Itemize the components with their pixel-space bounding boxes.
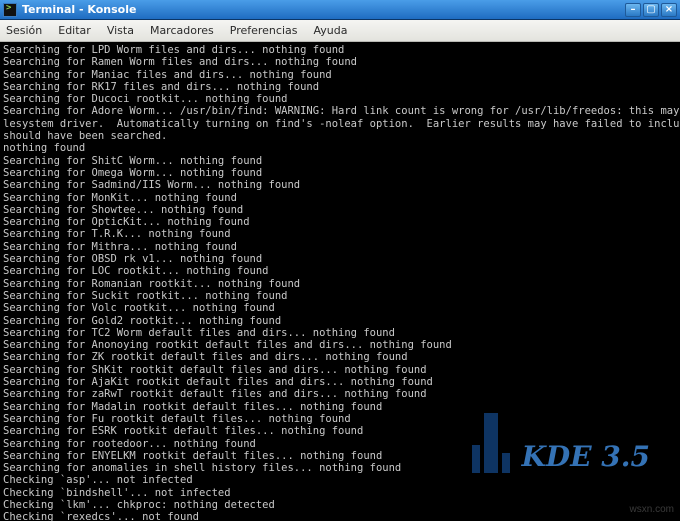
- terminal-line: Searching for ESRK rootkit default files…: [3, 425, 677, 437]
- terminal-line: Searching for Omega Worm... nothing foun…: [3, 167, 677, 179]
- terminal-line: Searching for Adore Worm... /usr/bin/fin…: [3, 105, 677, 117]
- terminal-line: Searching for ENYELKM rootkit default fi…: [3, 450, 677, 462]
- terminal-line: Searching for rootedoor... nothing found: [3, 438, 677, 450]
- terminal-line: Searching for AjaKit rootkit default fil…: [3, 376, 677, 388]
- terminal-line: Searching for Madalin rootkit default fi…: [3, 401, 677, 413]
- close-button[interactable]: ×: [661, 3, 677, 17]
- terminal-line: Searching for T.R.K... nothing found: [3, 228, 677, 240]
- terminal-line: Searching for Mithra... nothing found: [3, 241, 677, 253]
- terminal-line: Searching for ZK rootkit default files a…: [3, 351, 677, 363]
- terminal-line: Searching for OBSD rk v1... nothing foun…: [3, 253, 677, 265]
- menu-preferences[interactable]: Preferencias: [230, 24, 298, 37]
- terminal-line: nothing found: [3, 142, 677, 154]
- terminal-line: Checking `asp'... not infected: [3, 474, 677, 486]
- terminal-output[interactable]: Searching for LPD Worm files and dirs...…: [0, 42, 680, 521]
- terminal-line: Searching for Suckit rootkit... nothing …: [3, 290, 677, 302]
- terminal-line: Searching for Gold2 rootkit... nothing f…: [3, 315, 677, 327]
- terminal-line: Searching for ShKit rootkit default file…: [3, 364, 677, 376]
- terminal-line: Searching for Anonoying rootkit default …: [3, 339, 677, 351]
- menu-session[interactable]: Sesión: [6, 24, 42, 37]
- terminal-line: Searching for RK17 files and dirs... not…: [3, 81, 677, 93]
- terminal-line: Searching for Showtee... nothing found: [3, 204, 677, 216]
- terminal-line: Searching for Fu rootkit default files..…: [3, 413, 677, 425]
- minimize-button[interactable]: –: [625, 3, 641, 17]
- terminal-line: Checking `rexedcs'... not found: [3, 511, 677, 521]
- terminal-line: Searching for LPD Worm files and dirs...…: [3, 44, 677, 56]
- menu-view[interactable]: Vista: [107, 24, 134, 37]
- terminal-line: Searching for Romanian rootkit... nothin…: [3, 278, 677, 290]
- terminal-line: Searching for anomalies in shell history…: [3, 462, 677, 474]
- terminal-line: Searching for zaRwT rootkit default file…: [3, 388, 677, 400]
- terminal-line: Searching for ShitC Worm... nothing foun…: [3, 155, 677, 167]
- terminal-line: Searching for Sadmind/IIS Worm... nothin…: [3, 179, 677, 191]
- terminal-line: Searching for OpticKit... nothing found: [3, 216, 677, 228]
- terminal-line: Searching for Ramen Worm files and dirs.…: [3, 56, 677, 68]
- terminal-line: Checking `bindshell'... not infected: [3, 487, 677, 499]
- terminal-line: Searching for Volc rootkit... nothing fo…: [3, 302, 677, 314]
- terminal-line: Checking `lkm'... chkproc: nothing detec…: [3, 499, 677, 511]
- window-title: Terminal - Konsole: [22, 3, 136, 16]
- menu-bookmarks[interactable]: Marcadores: [150, 24, 214, 37]
- terminal-line: Searching for TC2 Worm default files and…: [3, 327, 677, 339]
- menubar: Sesión Editar Vista Marcadores Preferenc…: [0, 20, 680, 42]
- terminal-icon: [3, 3, 17, 17]
- terminal-line: Searching for Ducoci rootkit... nothing …: [3, 93, 677, 105]
- terminal-line: Searching for MonKit... nothing found: [3, 192, 677, 204]
- terminal-line: lesystem driver. Automatically turning o…: [3, 118, 677, 130]
- menu-help[interactable]: Ayuda: [313, 24, 347, 37]
- maximize-button[interactable]: ▢: [643, 3, 659, 17]
- terminal-line: Searching for Maniac files and dirs... n…: [3, 69, 677, 81]
- terminal-line: Searching for LOC rootkit... nothing fou…: [3, 265, 677, 277]
- titlebar: Terminal - Konsole – ▢ ×: [0, 0, 680, 20]
- menu-edit[interactable]: Editar: [58, 24, 91, 37]
- terminal-line: should have been searched.: [3, 130, 677, 142]
